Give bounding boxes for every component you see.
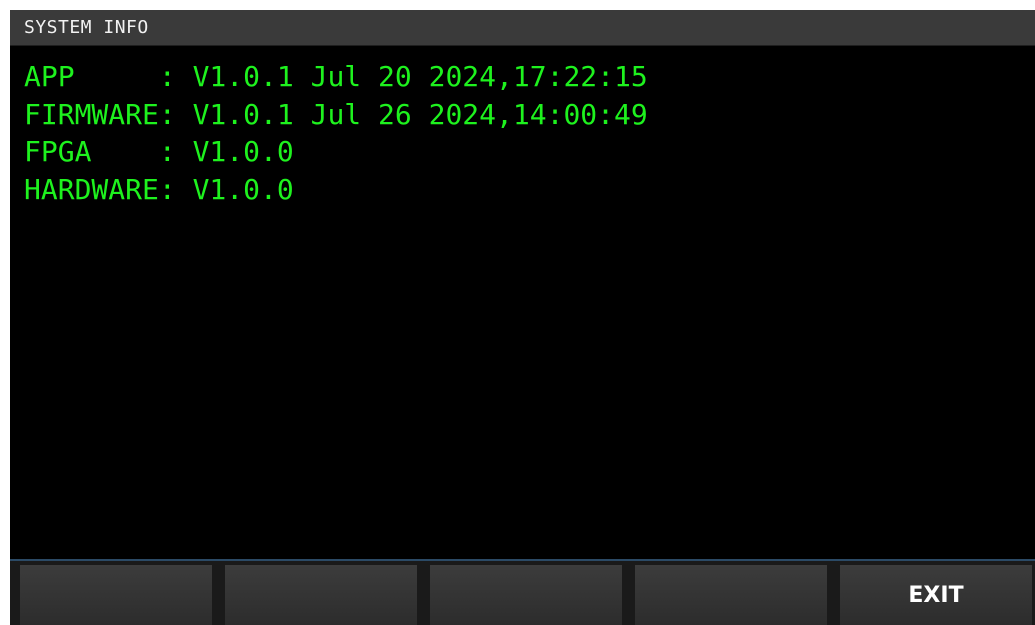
- info-value-app: V1.0.1 Jul 20 2024,17:22:15: [192, 60, 648, 93]
- softkey-3[interactable]: [429, 564, 623, 625]
- softkey-2[interactable]: [224, 564, 418, 625]
- info-separator: :: [158, 172, 193, 206]
- system-info-list: APP : V1.0.1 Jul 20 2024,17:22:15 FIRMWA…: [24, 58, 1014, 208]
- info-key-firmware: FIRMWARE: [24, 97, 159, 131]
- softkey-bar: EXIT: [10, 559, 1035, 625]
- page-title: SYSTEM INFO: [24, 17, 149, 38]
- device-bezel: SYSTEM INFO APP : V1.0.1 Jul 20 2024,17:…: [0, 0, 1035, 625]
- softkey-4[interactable]: [634, 564, 828, 625]
- info-value-fpga: V1.0.0: [192, 135, 294, 168]
- exit-button-label: EXIT: [908, 583, 964, 608]
- info-row-hardware: HARDWARE: V1.0.0: [24, 171, 1014, 209]
- info-row-fpga: FPGA : V1.0.0: [24, 133, 1014, 171]
- exit-button[interactable]: EXIT: [839, 564, 1033, 625]
- info-value-firmware: V1.0.1 Jul 26 2024,14:00:49: [192, 97, 648, 131]
- info-separator: :: [158, 135, 193, 168]
- info-key-app: APP: [24, 60, 159, 93]
- info-value-hardware: V1.0.0: [192, 172, 294, 206]
- info-key-fpga: FPGA: [24, 135, 159, 168]
- info-separator: :: [158, 60, 193, 93]
- info-separator: :: [158, 97, 193, 131]
- info-row-app: APP : V1.0.1 Jul 20 2024,17:22:15: [24, 58, 1014, 96]
- info-key-hardware: HARDWARE: [24, 172, 159, 206]
- title-bar: SYSTEM INFO: [10, 10, 1035, 46]
- softkey-1[interactable]: [19, 564, 213, 625]
- info-row-firmware: FIRMWARE: V1.0.1 Jul 26 2024,14:00:49: [24, 96, 1014, 134]
- display-screen: SYSTEM INFO APP : V1.0.1 Jul 20 2024,17:…: [10, 10, 1035, 625]
